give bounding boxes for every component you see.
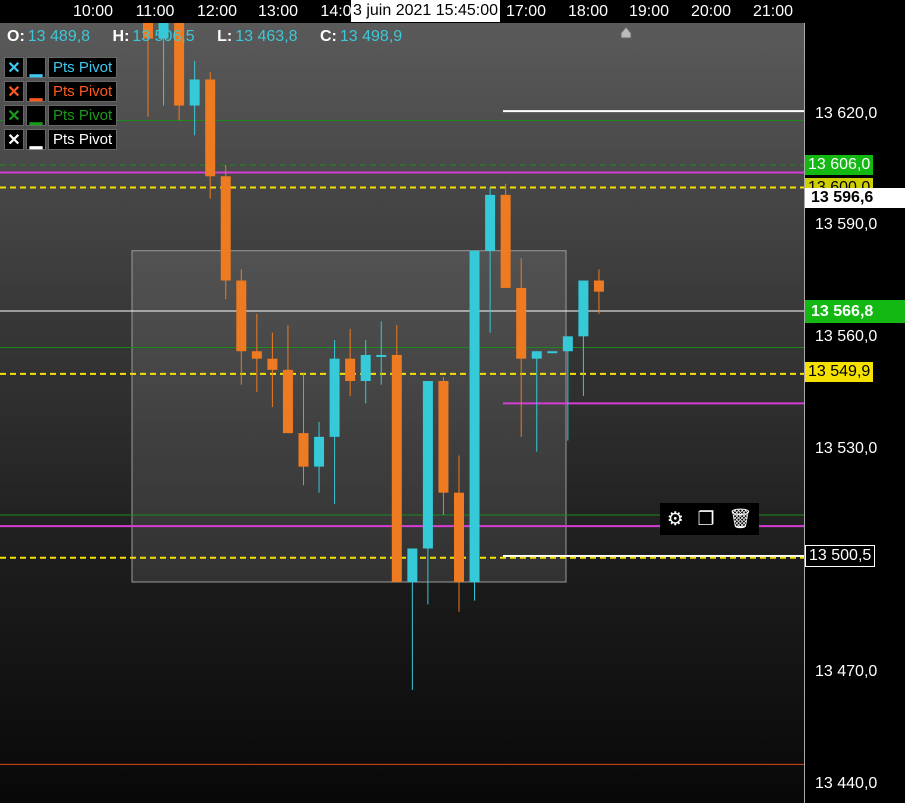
candle-body bbox=[593, 280, 604, 292]
candle-body bbox=[485, 194, 496, 251]
candle-body bbox=[454, 492, 464, 582]
candle-body bbox=[345, 358, 356, 381]
line-style-icon[interactable]: ▁ bbox=[26, 81, 46, 102]
candle-body bbox=[391, 354, 402, 582]
time-axis[interactable]: 10:00 11:00 12:00 13:00 14:0 17:00 18:00… bbox=[0, 0, 905, 23]
ohlc-readout: O: 13 489,8 H: 13 506,5 L: 13 463,8 C: 13 49… bbox=[7, 28, 420, 46]
yellow-level-tag-mid: 13 549,9 bbox=[805, 362, 874, 382]
candle-body bbox=[329, 358, 340, 437]
time-tick: 13:00 bbox=[257, 3, 299, 20]
crosshair-time-label: 3 juin 2021 15:45:00 bbox=[351, 0, 501, 22]
trash-icon[interactable]: 🗑 bbox=[728, 507, 752, 531]
legend-label[interactable]: Pts Pivot bbox=[48, 57, 118, 78]
legend-item-pivot-4[interactable]: ✕ ▁ Pts Pivot bbox=[4, 129, 118, 150]
candle-body bbox=[267, 358, 278, 370]
green-level-tag-top: 13 606,0 bbox=[805, 155, 874, 175]
time-tick: 18:00 bbox=[567, 3, 609, 20]
candle-body bbox=[531, 351, 542, 359]
remove-indicator-icon[interactable]: ✕ bbox=[4, 81, 24, 102]
time-tick: 19:00 bbox=[628, 3, 670, 20]
candle-body bbox=[578, 280, 589, 337]
time-tick: 10:00 bbox=[72, 3, 114, 20]
open-value: 13 489,8 bbox=[27, 28, 91, 45]
line-style-icon[interactable]: ▁ bbox=[26, 129, 46, 150]
time-tick: 12:00 bbox=[196, 3, 238, 20]
candle-body bbox=[298, 433, 309, 467]
price-axis[interactable]: 13 620,0 13 590,0 13 560,0 13 530,0 13 4… bbox=[804, 23, 905, 803]
legend-item-pivot-2[interactable]: ✕ ▁ Pts Pivot bbox=[4, 81, 118, 102]
time-tick: 14:0 bbox=[320, 3, 352, 20]
high-label: H: bbox=[112, 28, 130, 45]
candle-body bbox=[236, 280, 247, 352]
candle-body bbox=[282, 369, 293, 434]
copy-icon[interactable]: ❐ bbox=[697, 508, 714, 531]
gear-icon[interactable]: ⚙ bbox=[667, 508, 684, 531]
time-tick: 17:00 bbox=[505, 3, 547, 20]
chart-plot-area[interactable] bbox=[0, 23, 804, 803]
candle-body bbox=[205, 79, 216, 177]
candle-body bbox=[314, 436, 325, 467]
candle-body bbox=[422, 381, 433, 549]
legend-item-pivot-3[interactable]: ✕ ▁ Pts Pivot bbox=[4, 105, 118, 126]
time-tick: 11:00 bbox=[135, 3, 175, 20]
line-style-icon[interactable]: ▁ bbox=[26, 57, 46, 78]
candle-body bbox=[360, 354, 371, 381]
price-tick: 13 530,0 bbox=[815, 440, 878, 457]
time-tick: 20:00 bbox=[690, 3, 732, 20]
legend-label[interactable]: Pts Pivot bbox=[48, 129, 118, 150]
candle-body bbox=[251, 351, 262, 359]
line-style-icon[interactable]: ▁ bbox=[26, 105, 46, 126]
remove-indicator-icon[interactable]: ✕ bbox=[4, 105, 24, 126]
price-tick: 13 560,0 bbox=[815, 328, 878, 345]
candle-body bbox=[562, 336, 573, 352]
open-label: O: bbox=[7, 28, 25, 45]
remove-indicator-icon[interactable]: ✕ bbox=[4, 57, 24, 78]
drawing-toolbox: ⚙ ❐ 🗑 bbox=[660, 503, 759, 535]
legend-item-pivot-1[interactable]: ✕ ▁ Pts Pivot bbox=[4, 57, 118, 78]
candle-body bbox=[376, 354, 387, 357]
crosshair-price-tag: 13 596,6 bbox=[805, 188, 905, 208]
price-tick: 13 590,0 bbox=[815, 216, 878, 233]
legend-label[interactable]: Pts Pivot bbox=[48, 81, 118, 102]
candle-body bbox=[469, 250, 480, 582]
boxed-level-tag: 13 500,5 bbox=[805, 545, 876, 567]
candlestick-chart[interactable] bbox=[0, 23, 804, 803]
candle-body bbox=[500, 194, 511, 288]
high-value: 13 506,5 bbox=[132, 28, 195, 45]
close-value: 13 498,9 bbox=[339, 28, 403, 45]
price-tick: 13 620,0 bbox=[815, 105, 878, 122]
selection-rectangle bbox=[131, 250, 567, 583]
candle-body bbox=[220, 176, 231, 281]
candle-body bbox=[438, 381, 449, 493]
close-label: C: bbox=[319, 28, 337, 45]
candle-body bbox=[516, 287, 527, 359]
last-price-tag: 13 566,8 bbox=[805, 300, 905, 323]
price-tick: 13 470,0 bbox=[815, 663, 878, 680]
remove-indicator-icon[interactable]: ✕ bbox=[4, 129, 24, 150]
low-label: L: bbox=[217, 28, 233, 45]
legend-label[interactable]: Pts Pivot bbox=[48, 105, 118, 126]
price-tick: 13 440,0 bbox=[815, 775, 878, 792]
alert-marker-icon bbox=[620, 26, 632, 39]
candle-body bbox=[407, 548, 418, 582]
low-value: 13 463,8 bbox=[235, 28, 298, 45]
candle-body bbox=[547, 351, 558, 354]
candle-body bbox=[189, 79, 200, 106]
time-tick: 21:00 bbox=[752, 3, 794, 20]
